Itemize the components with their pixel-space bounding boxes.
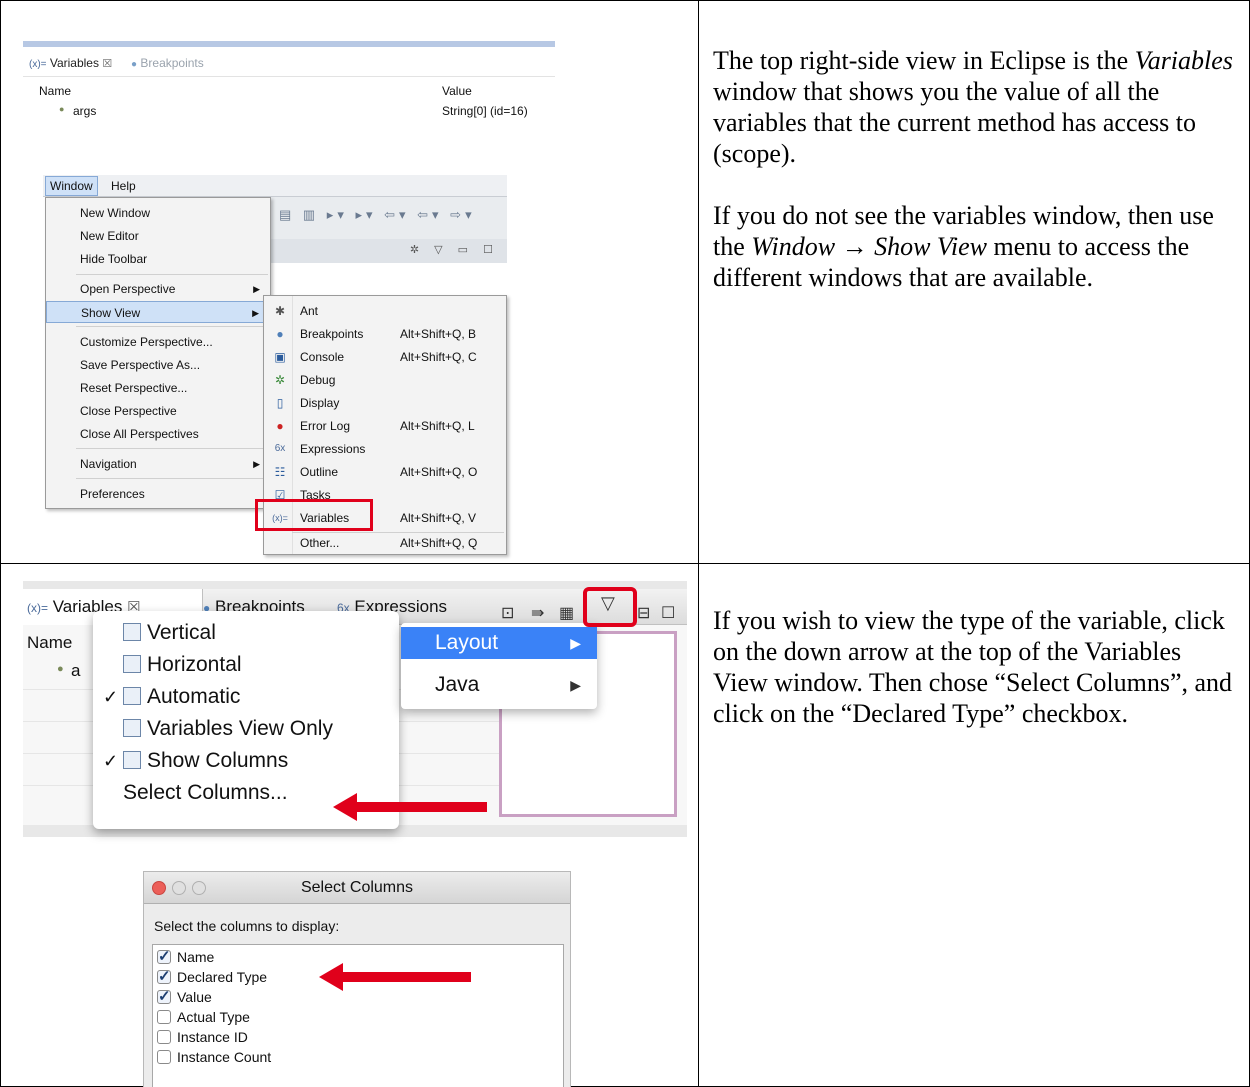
collapse-all-icon[interactable]: ⊡	[501, 603, 514, 623]
checkbox-checked[interactable]	[157, 987, 171, 1005]
popup-label: Horizontal	[147, 653, 242, 676]
popup-label: Vertical	[147, 621, 216, 644]
submenu-item-java[interactable]: Java ▶	[401, 669, 597, 701]
dialog-title: Select Columns	[300, 879, 414, 896]
popup-label: Show Columns	[147, 749, 289, 772]
red-arrow-select-columns	[333, 793, 487, 821]
option-label: Value	[177, 989, 212, 1005]
columns-checklist: Name Declared Type Value Actual Type Ins…	[152, 944, 564, 1087]
submenu-label: Layout	[435, 631, 499, 654]
popup-label: Automatic	[147, 685, 241, 708]
show-type-names-icon[interactable]: ⇛	[531, 603, 544, 623]
popup-item-horizontal[interactable]: Horizontal	[123, 649, 242, 681]
checkbox-checked[interactable]	[157, 947, 171, 965]
option-label: Instance ID	[177, 1029, 248, 1045]
view-submenu: Layout ▶ Java ▶	[401, 623, 597, 709]
maximize-icon[interactable]: ☐	[661, 603, 675, 623]
check-icon: ✓	[103, 687, 119, 707]
submenu-item-layout[interactable]: Layout ▶	[401, 627, 597, 659]
minimize-icon[interactable]: ⊟	[637, 603, 650, 623]
red-arrow-declared-type	[319, 963, 471, 991]
paragraph-variables-description: The top right-side view in Eclipse is th…	[713, 45, 1241, 169]
automatic-layout-icon	[123, 687, 141, 705]
popup-item-show-columns[interactable]: Show Columns	[123, 745, 288, 777]
dialog-prompt: Select the columns to display:	[154, 918, 340, 934]
popup-item-vertical[interactable]: Vertical	[123, 617, 216, 649]
show-logical-structure-icon[interactable]: ▦	[559, 603, 574, 623]
show-columns-icon	[123, 751, 141, 769]
popup-item-automatic[interactable]: Automatic	[123, 681, 240, 713]
column-header-name[interactable]: Name	[27, 633, 72, 653]
option-actual-type[interactable]: Actual Type	[153, 1009, 553, 1027]
submenu-arrow-icon: ▶	[570, 677, 581, 693]
option-name[interactable]: Name	[153, 947, 553, 967]
option-label: Declared Type	[177, 969, 268, 985]
option-label: Actual Type	[177, 1009, 250, 1025]
check-icon: ✓	[103, 751, 119, 771]
column-divider-bottom	[698, 563, 699, 1087]
highlight-box-dropdown	[583, 587, 637, 627]
arrow-glyph: →	[841, 232, 868, 261]
text-run-italic: Window	[751, 232, 842, 261]
popup-item-variables-view-only[interactable]: Variables View Only	[123, 713, 333, 745]
text-run-italic: Variables	[1134, 46, 1233, 75]
row1-text-cell: The top right-side view in Eclipse is th…	[713, 45, 1241, 555]
popup-item-select-columns[interactable]: Select Columns...	[123, 777, 288, 809]
variables-only-icon	[123, 719, 141, 737]
horizontal-layout-icon	[123, 655, 141, 673]
paragraph-declared-type: If you wish to view the type of the vari…	[713, 606, 1233, 728]
layout-menu-screenshot: (x)= Variables ☒ ● Breakpoints 6x Expres…	[23, 581, 687, 837]
checkbox-checked[interactable]	[157, 967, 171, 985]
column-divider-top	[698, 1, 699, 563]
row2-text-cell: If you wish to view the type of the vari…	[713, 605, 1241, 805]
dialog-title-bar: Select Columns	[144, 872, 570, 904]
option-instance-id[interactable]: Instance ID	[153, 1029, 553, 1047]
option-label: Name	[177, 949, 215, 965]
variables-icon: (x)=	[27, 601, 48, 615]
vertical-layout-icon	[123, 623, 141, 641]
checkbox-unchecked[interactable]	[157, 1010, 171, 1024]
popup-label: Variables View Only	[147, 717, 333, 740]
submenu-label: Java	[435, 673, 480, 696]
text-run: window that shows you the value of all t…	[713, 77, 1196, 168]
submenu-arrow-icon: ▶	[570, 635, 581, 651]
local-var-icon: ●	[57, 663, 64, 675]
option-instance-count[interactable]: Instance Count	[153, 1049, 553, 1067]
checkbox-unchecked[interactable]	[157, 1030, 171, 1044]
popup-label: Select Columns...	[123, 781, 288, 804]
text-run: The top right-side view in Eclipse is th…	[713, 46, 1135, 75]
document-table: (x)= Variables ☒ ● Breakpoints Name Valu…	[0, 0, 1250, 1087]
option-value[interactable]: Value	[153, 987, 553, 1007]
text-run-italic: Show View	[867, 232, 987, 261]
checkbox-unchecked[interactable]	[157, 1050, 171, 1064]
option-label: Instance Count	[177, 1049, 272, 1065]
var-name: a	[71, 661, 81, 680]
row2-image-cell: (x)= Variables ☒ ● Breakpoints 6x Expres…	[1, 1, 698, 1087]
paragraph-show-view: If you do not see the variables window, …	[713, 200, 1241, 293]
